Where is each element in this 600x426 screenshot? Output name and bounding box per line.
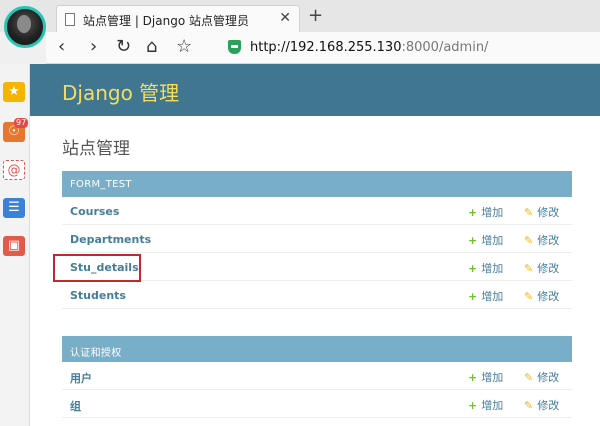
page-title: 站点管理: [62, 139, 130, 159]
add-link[interactable]: + 增加: [468, 232, 503, 248]
back-icon[interactable]: ‹: [58, 36, 65, 57]
notes-icon[interactable]: ☰: [3, 198, 25, 218]
change-link[interactable]: ✎ 修改: [524, 397, 559, 413]
model-link-groups[interactable]: 组: [70, 398, 81, 414]
plus-icon: +: [468, 206, 478, 219]
add-link[interactable]: + 增加: [468, 288, 503, 304]
table-row: 组 + 增加 ✎ 修改: [62, 390, 572, 418]
model-link-students[interactable]: Students: [70, 289, 126, 302]
home-icon[interactable]: ⌂: [146, 36, 157, 57]
add-link[interactable]: + 增加: [468, 397, 503, 413]
admin-page: Django 管理 站点管理 FORM_TEST Courses + 增加 ✎ 修改…: [30, 64, 600, 426]
model-link-departments[interactable]: Departments: [70, 233, 151, 246]
pencil-icon: ✎: [524, 290, 534, 303]
change-link[interactable]: ✎ 修改: [524, 369, 559, 385]
table-row: 用户 + 增加 ✎ 修改: [62, 362, 572, 390]
plus-icon: +: [468, 399, 478, 412]
pencil-icon: ✎: [524, 371, 534, 384]
tab-title: 站点管理 | Django 站点管理员: [83, 14, 249, 28]
page-icon: [65, 13, 75, 26]
change-link[interactable]: ✎ 修改: [524, 232, 559, 248]
plus-icon: +: [468, 262, 478, 275]
app-module-auth: 认证和授权 用户 + 增加 ✎ 修改 组 + 增加 ✎ 修改: [62, 336, 572, 418]
browser-sidebar: ★ ☉ 97 @ ☰ ▣: [0, 64, 30, 426]
reload-icon[interactable]: ↻: [116, 36, 131, 57]
plus-icon: +: [468, 371, 478, 384]
add-link[interactable]: + 增加: [468, 369, 503, 385]
pencil-icon: ✎: [524, 206, 534, 219]
module-caption[interactable]: 认证和授权: [62, 336, 572, 362]
game-icon[interactable]: ▣: [3, 236, 25, 256]
plus-icon: +: [468, 290, 478, 303]
app-module-form-test: FORM_TEST Courses + 增加 ✎ 修改 Departments + 增…: [62, 171, 572, 309]
table-row: Students + 增加 ✎ 修改: [62, 281, 572, 309]
model-link-courses[interactable]: Courses: [70, 205, 119, 218]
pencil-icon: ✎: [524, 234, 534, 247]
weibo-badge: 97: [14, 118, 29, 128]
admin-header: Django 管理: [30, 64, 600, 116]
close-tab-icon[interactable]: ✕: [279, 10, 291, 26]
plus-icon: +: [468, 234, 478, 247]
new-tab-icon[interactable]: +: [308, 5, 323, 26]
mail-icon[interactable]: @: [3, 160, 25, 180]
model-link-users[interactable]: 用户: [70, 370, 92, 386]
address-bar[interactable]: http://192.168.255.130:8000/admin/: [250, 40, 488, 55]
user-avatar[interactable]: [4, 6, 46, 48]
table-row: Courses + 增加 ✎ 修改: [62, 197, 572, 225]
weibo-icon[interactable]: ☉ 97: [3, 118, 29, 142]
browser-tab[interactable]: 站点管理 | Django 站点管理员 ✕: [56, 5, 300, 33]
browser-tabstrip: 站点管理 | Django 站点管理员 ✕ +: [0, 0, 600, 33]
highlight-box: [53, 254, 141, 282]
change-link[interactable]: ✎ 修改: [524, 288, 559, 304]
favorites-star-icon[interactable]: ★: [3, 82, 25, 102]
secure-shield-icon: [228, 40, 241, 54]
table-row: Departments + 增加 ✎ 修改: [62, 225, 572, 253]
pencil-icon: ✎: [524, 262, 534, 275]
star-icon[interactable]: ☆: [176, 36, 192, 57]
add-link[interactable]: + 增加: [468, 204, 503, 220]
site-brand[interactable]: Django 管理: [62, 77, 179, 106]
browser-navbar: ‹ › ↻ ⌂ ☆ http://192.168.255.130:8000/ad…: [46, 32, 600, 64]
forward-icon[interactable]: ›: [90, 36, 97, 57]
add-link[interactable]: + 增加: [468, 260, 503, 276]
pencil-icon: ✎: [524, 399, 534, 412]
change-link[interactable]: ✎ 修改: [524, 260, 559, 276]
module-caption[interactable]: FORM_TEST: [62, 171, 572, 197]
change-link[interactable]: ✎ 修改: [524, 204, 559, 220]
